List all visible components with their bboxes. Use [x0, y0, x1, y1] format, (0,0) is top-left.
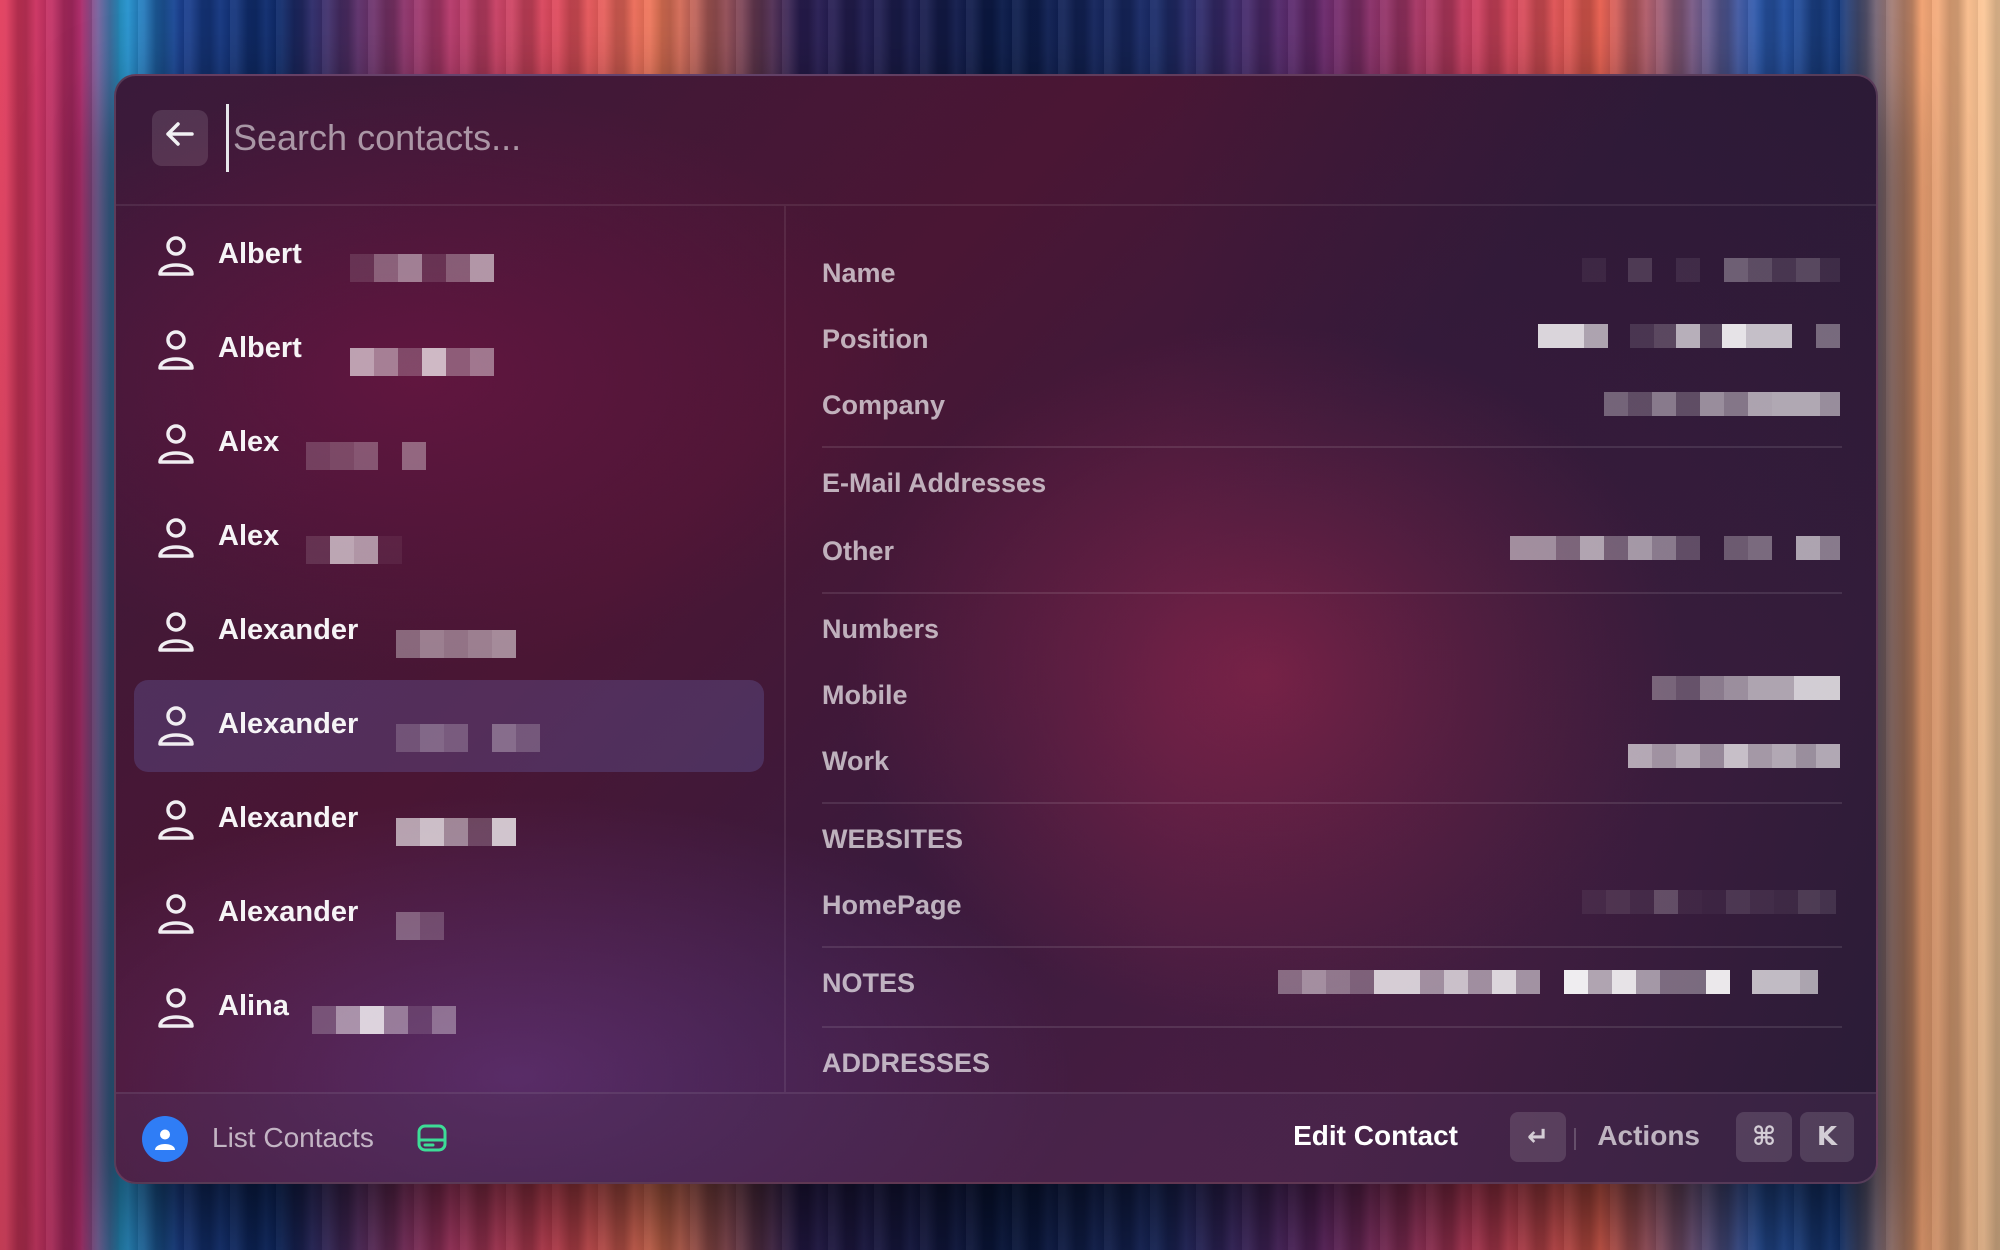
- contact-name: Alexander: [218, 802, 359, 834]
- contact-list-item[interactable]: Albert: [134, 304, 764, 396]
- homepage-value-redacted: [1582, 890, 1840, 914]
- contact-name: Alina: [218, 990, 289, 1022]
- homepage-label: HomePage: [822, 890, 962, 920]
- surname-redacted: [350, 348, 494, 376]
- k-key-badge: K: [1800, 1112, 1854, 1162]
- surname-redacted: [350, 254, 494, 282]
- contact-list-item[interactable]: Alexander: [134, 774, 764, 866]
- back-button[interactable]: [152, 110, 208, 166]
- contacts-app-icon: [142, 1116, 188, 1162]
- contact-name: Alexander: [218, 708, 359, 740]
- divider: [822, 592, 1842, 594]
- surname-redacted: [396, 630, 516, 658]
- contact-list-item[interactable]: Alex: [134, 398, 764, 490]
- person-icon: [156, 328, 196, 372]
- contact-list-item[interactable]: Alexander: [134, 680, 764, 772]
- contact-list-item[interactable]: Albert: [134, 210, 764, 302]
- contact-name: Alex: [218, 520, 280, 552]
- email-value-redacted: [1510, 536, 1840, 560]
- separator: [1574, 1128, 1576, 1150]
- divider: [822, 946, 1842, 948]
- command-key-badge: ⌘: [1736, 1112, 1792, 1162]
- divider: [822, 446, 1842, 448]
- email-other-label: Other: [822, 536, 895, 566]
- addresses-section-header: ADDRESSES: [822, 1048, 991, 1078]
- person-icon: [156, 422, 196, 466]
- surname-redacted: [396, 912, 444, 940]
- divider: [822, 1026, 1842, 1028]
- surname-redacted: [306, 442, 426, 470]
- mobile-value-redacted: [1652, 676, 1840, 700]
- contact-list: Albert Albert Alex Alex Alexander Alexander Al…: [116, 206, 786, 1092]
- company-label: Company: [822, 390, 946, 420]
- name-label: Name: [822, 258, 896, 288]
- contacts-launcher-window: Albert Albert Alex Alex Alexander Alexander Al…: [114, 74, 1878, 1184]
- contact-detail-pane: Name Position Company E-Mail Addresses O…: [786, 206, 1876, 1092]
- edit-contact-button[interactable]: Edit Contact: [1293, 1120, 1458, 1152]
- person-icon: [156, 704, 196, 748]
- notes-value-redacted: [1278, 970, 1840, 994]
- command-title: List Contacts: [212, 1122, 374, 1153]
- search-input[interactable]: [226, 104, 1735, 172]
- contact-name: Alexander: [218, 614, 359, 646]
- name-value-redacted: [1582, 258, 1840, 282]
- position-value-redacted: [1538, 324, 1840, 348]
- numbers-section-header: Numbers: [822, 614, 940, 644]
- surname-redacted: [396, 724, 540, 752]
- person-icon: [156, 234, 196, 278]
- action-bar: List Contacts Edit Contact ↵ Actions ⌘ K: [116, 1092, 1876, 1182]
- company-value-redacted: [1604, 392, 1840, 416]
- work-value-redacted: [1628, 744, 1840, 768]
- work-label: Work: [822, 746, 890, 776]
- contact-name: Albert: [218, 238, 302, 270]
- actions-button[interactable]: Actions: [1597, 1120, 1700, 1152]
- enter-key-badge: ↵: [1510, 1112, 1566, 1162]
- person-icon: [156, 798, 196, 842]
- notes-section-header: NOTES: [822, 968, 916, 998]
- person-icon: [156, 892, 196, 936]
- divider: [822, 802, 1842, 804]
- email-section-header: E-Mail Addresses: [822, 468, 1047, 498]
- arrow-left-icon: [165, 121, 195, 155]
- search-bar: [116, 76, 1876, 206]
- mobile-label: Mobile: [822, 680, 908, 710]
- surname-redacted: [306, 536, 402, 564]
- contact-list-item[interactable]: Alexander: [134, 868, 764, 960]
- websites-section-header: WEBSITES: [822, 824, 964, 854]
- hard-drive-icon: [416, 1122, 448, 1154]
- contact-name: Albert: [218, 332, 302, 364]
- surname-redacted: [396, 818, 516, 846]
- contact-list-item[interactable]: Alina: [134, 962, 764, 1054]
- person-icon: [156, 610, 196, 654]
- contact-name: Alexander: [218, 896, 359, 928]
- person-icon: [156, 516, 196, 560]
- contact-name: Alex: [218, 426, 280, 458]
- person-icon: [156, 986, 196, 1030]
- contact-list-item[interactable]: Alexander: [134, 586, 764, 678]
- contact-list-item[interactable]: Alex: [134, 492, 764, 584]
- surname-redacted: [312, 1006, 456, 1034]
- position-label: Position: [822, 324, 929, 354]
